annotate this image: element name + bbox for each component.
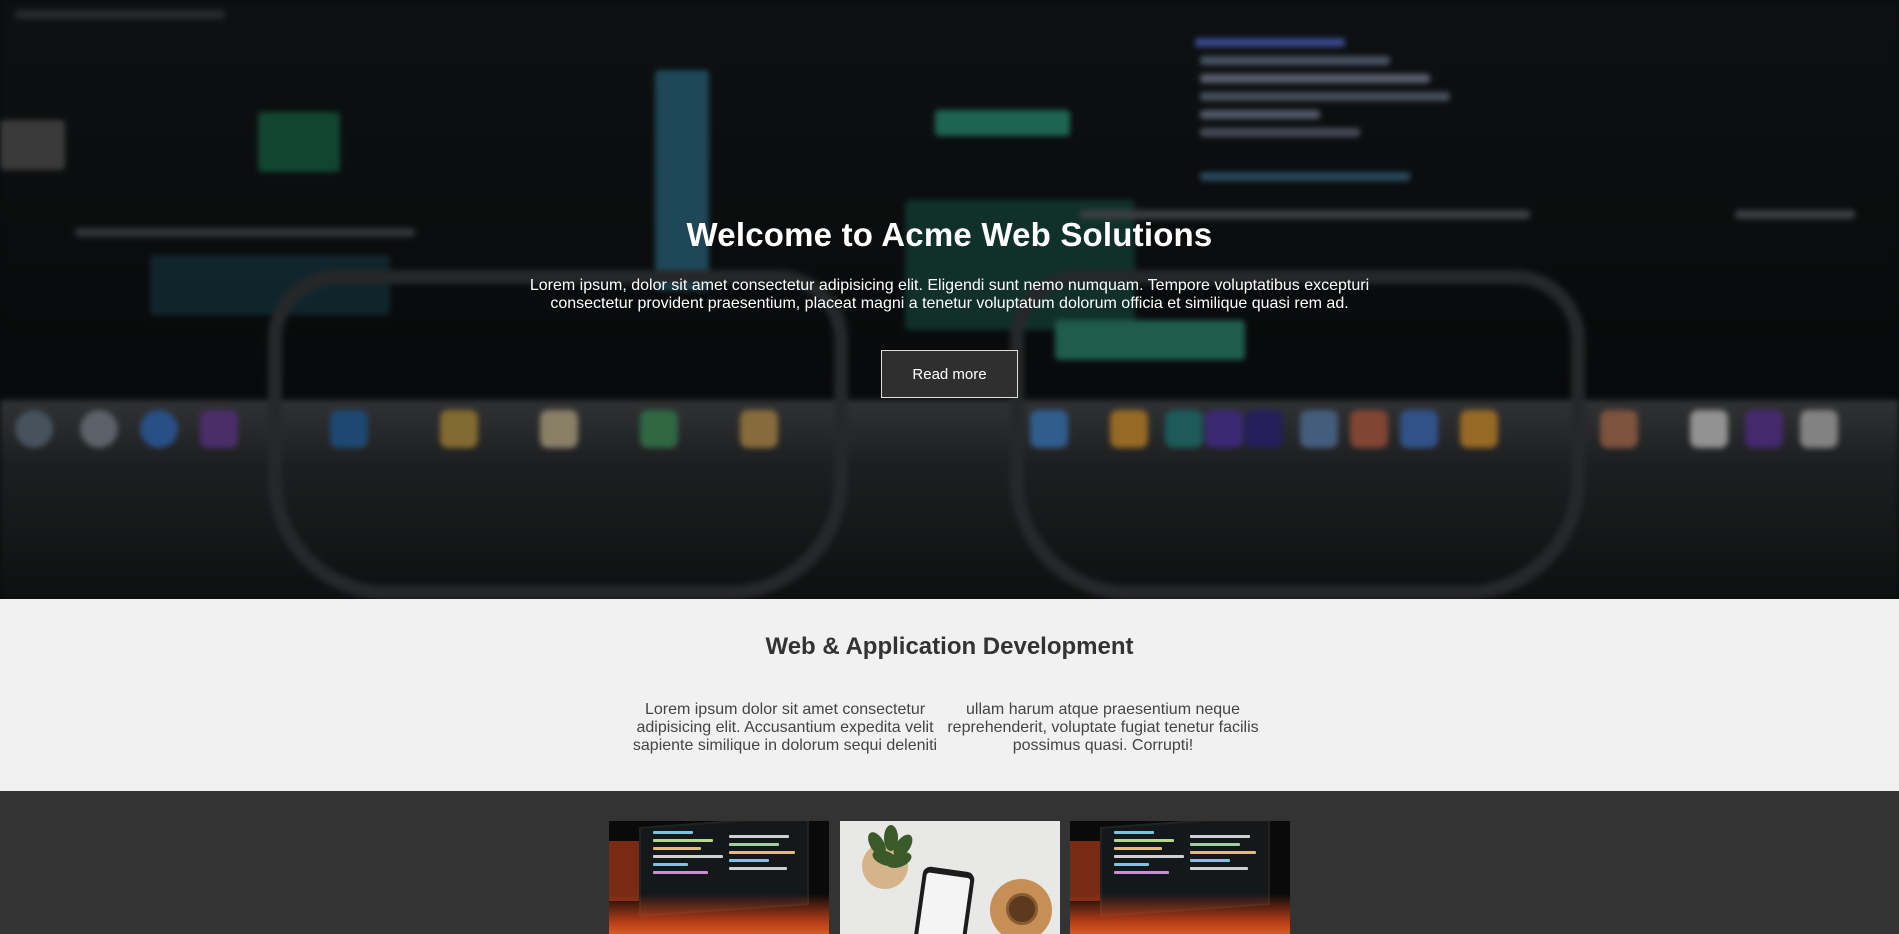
services-title: Web & Application Development: [765, 633, 1134, 660]
hero-description: Lorem ipsum, dolor sit amet consectetur …: [529, 277, 1370, 312]
gallery-section: [0, 791, 1899, 934]
gallery-image-code-laptop-2[interactable]: [1070, 821, 1290, 934]
services-text-column-1: Lorem ipsum dolor sit amet consectetur a…: [632, 701, 938, 754]
services-section: Web & Application Development Lorem ipsu…: [0, 599, 1899, 791]
gallery-image-desk-phone[interactable]: [840, 821, 1060, 934]
hero-title: Welcome to Acme Web Solutions: [686, 216, 1213, 253]
gallery-image-code-laptop[interactable]: [609, 821, 829, 934]
hero-section: Welcome to Acme Web Solutions Lorem ipsu…: [0, 0, 1899, 599]
read-more-button[interactable]: Read more: [881, 350, 1018, 398]
services-text-column-2: ullam harum atque praesentium neque repr…: [947, 701, 1259, 754]
